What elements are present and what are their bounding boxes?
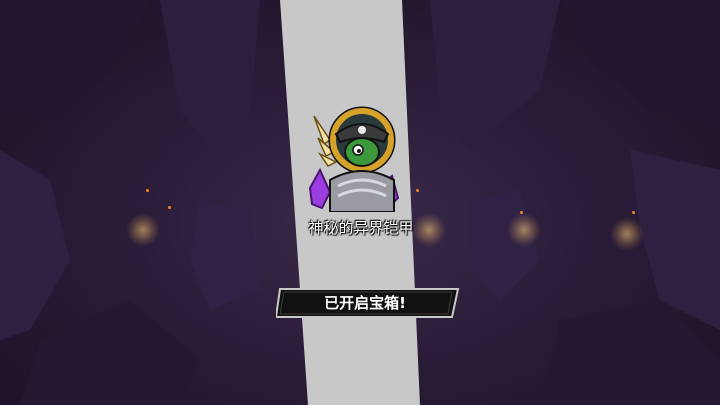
torch-glow [126, 213, 160, 247]
item-name-label: 神秘的异界铠甲 [308, 219, 414, 237]
ember-spark [632, 211, 635, 214]
chest-reward-screen[interactable]: 神秘的异界铠甲 已开启宝箱! [0, 0, 720, 405]
chest-opened-label: 已开启宝箱! [324, 294, 406, 312]
ember-spark [416, 189, 419, 192]
torch-glow [610, 217, 644, 251]
torch-glow [507, 213, 541, 247]
ember-spark [168, 206, 171, 209]
ember-spark [520, 211, 523, 214]
ember-spark [146, 189, 149, 192]
pirate-goblin-armor-icon[interactable] [300, 100, 400, 212]
